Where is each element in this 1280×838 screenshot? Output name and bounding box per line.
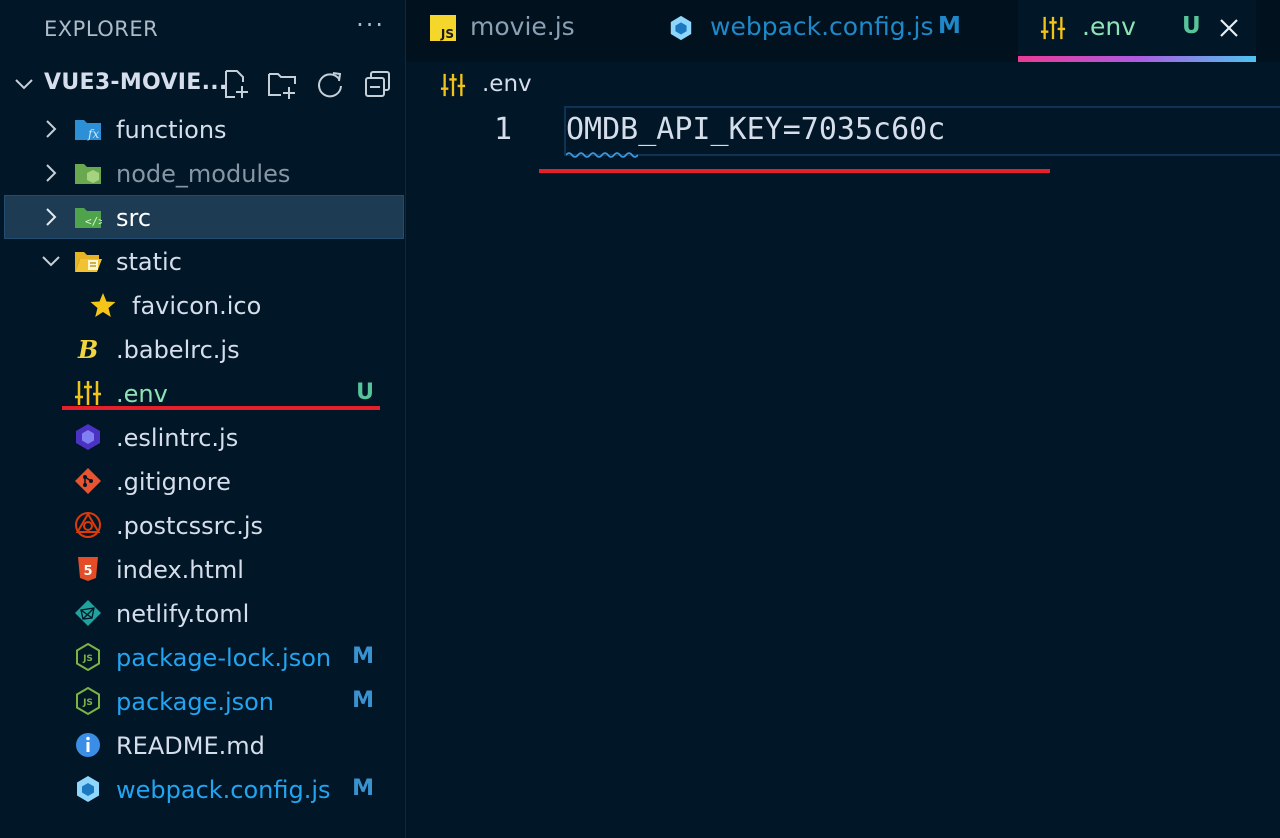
tree-item-functions[interactable]: fx functions xyxy=(4,107,404,151)
chevron-right-icon xyxy=(46,208,57,226)
chevron-down-icon xyxy=(15,79,33,90)
tree-item-label: package-lock.json xyxy=(116,644,332,672)
explorer-header: EXPLORER ··· xyxy=(44,11,385,44)
tab-label: movie.js xyxy=(470,12,575,41)
code-line[interactable]: OMDB_API_KEY=7035c60c xyxy=(566,112,945,147)
svg-text:fx: fx xyxy=(87,127,99,141)
tree-item-static[interactable]: static xyxy=(4,239,404,283)
tree-item-label: functions xyxy=(116,116,227,144)
tree-item-label: package.json xyxy=(116,688,275,716)
svg-text:JS: JS xyxy=(440,27,454,41)
git-status-untracked-badge: U xyxy=(1182,13,1201,39)
tab-movie-js[interactable]: JS movie.js xyxy=(406,0,646,62)
svg-text:5: 5 xyxy=(83,564,92,579)
git-status-modified-badge: M xyxy=(352,644,374,669)
annotation-underline-code xyxy=(539,169,1050,173)
nodejs-icon: JS xyxy=(76,643,100,671)
editor-tab-bar: JS movie.js webpack.config.js M .env U xyxy=(406,0,1280,62)
env-settings-icon xyxy=(75,381,101,405)
tree-item-label: static xyxy=(116,248,182,276)
tree-item-label: index.html xyxy=(116,556,244,584)
env-settings-icon xyxy=(440,73,466,97)
chevron-right-icon xyxy=(46,120,57,138)
explorer-more-actions-button[interactable]: ··· xyxy=(356,11,385,39)
tree-item-label: .postcssrc.js xyxy=(116,512,263,540)
tree-item-readme[interactable]: README.md xyxy=(4,723,404,767)
html5-icon: 5 xyxy=(78,557,98,581)
breadcrumb-label: .env xyxy=(482,71,532,97)
git-status-modified-badge: M xyxy=(352,688,374,713)
tree-item-label: netlify.toml xyxy=(116,600,250,628)
tab-label: webpack.config.js xyxy=(710,12,934,41)
chevron-right-icon xyxy=(46,164,57,182)
static-folder-open-icon xyxy=(75,252,102,272)
explorer-title: EXPLORER xyxy=(44,17,159,41)
tree-item-webpack-config[interactable]: webpack.config.js M xyxy=(4,767,404,811)
svg-text:JS: JS xyxy=(82,654,93,664)
project-name: VUE3-MOVIE... xyxy=(44,70,228,95)
tree-item-gitignore[interactable]: .gitignore xyxy=(4,459,404,503)
tree-item-label: .gitignore xyxy=(116,468,231,496)
tab-label: .env xyxy=(1082,12,1136,41)
git-status-modified-badge: M xyxy=(352,776,374,801)
tree-item-label: .env xyxy=(116,380,168,408)
tree-item-src[interactable]: </> src xyxy=(4,195,404,239)
info-icon xyxy=(76,733,100,757)
nodejs-icon: JS xyxy=(76,687,100,715)
tree-item-babelrc[interactable]: B .babelrc.js xyxy=(4,327,404,371)
spellcheck-squiggle xyxy=(566,152,638,158)
tree-item-label: src xyxy=(116,204,152,232)
tree-item-index-html[interactable]: 5 index.html xyxy=(4,547,404,591)
git-icon xyxy=(75,468,101,494)
webpack-icon xyxy=(77,776,99,802)
star-icon xyxy=(90,293,116,317)
new-file-icon[interactable] xyxy=(220,68,252,100)
tree-item-node-modules[interactable]: node_modules xyxy=(4,151,404,195)
tree-item-package-lock[interactable]: JS package-lock.json M xyxy=(4,635,404,679)
tab-webpack-config[interactable]: webpack.config.js M xyxy=(646,0,1018,62)
tree-item-label: favicon.ico xyxy=(132,292,262,320)
node-folder-icon xyxy=(75,164,101,184)
babel-icon: B xyxy=(77,335,98,363)
git-status-untracked-badge: U xyxy=(356,380,374,405)
chevron-down-icon xyxy=(42,256,60,267)
line-number: 1 xyxy=(494,112,513,147)
tree-item-postcssrc[interactable]: .postcssrc.js xyxy=(4,503,404,547)
netlify-icon xyxy=(75,600,101,626)
collapse-all-icon[interactable] xyxy=(362,68,394,100)
tree-item-netlify[interactable]: netlify.toml xyxy=(4,591,404,635)
tree-item-label: README.md xyxy=(116,732,265,760)
js-icon: JS xyxy=(430,15,456,41)
new-folder-icon[interactable] xyxy=(266,68,298,100)
src-folder-icon: </> xyxy=(75,208,102,228)
eslint-icon xyxy=(76,424,100,450)
tree-item-label: .babelrc.js xyxy=(116,336,240,364)
svg-text:</>: </> xyxy=(85,215,102,228)
explorer-sidebar: EXPLORER ··· VUE3-MOVIE... fx functions … xyxy=(0,0,406,838)
tree-item-favicon[interactable]: favicon.ico xyxy=(4,283,404,327)
tree-item-label: node_modules xyxy=(116,160,291,188)
active-tab-indicator xyxy=(1018,56,1256,62)
close-icon[interactable] xyxy=(1218,17,1240,39)
git-status-modified-badge: M xyxy=(938,13,961,39)
tab-env[interactable]: .env U xyxy=(1018,0,1256,62)
annotation-underline-env xyxy=(62,406,380,410)
tree-item-label: webpack.config.js xyxy=(116,776,331,804)
tree-item-label: .eslintrc.js xyxy=(116,424,239,452)
webpack-icon xyxy=(670,15,692,41)
tree-item-package-json[interactable]: JS package.json M xyxy=(4,679,404,723)
svg-text:B: B xyxy=(77,335,98,363)
project-folder-header[interactable]: VUE3-MOVIE... xyxy=(0,62,406,106)
refresh-icon[interactable] xyxy=(314,68,346,100)
postcss-icon xyxy=(75,512,101,538)
env-settings-icon xyxy=(1040,16,1066,40)
tree-item-eslintrc[interactable]: .eslintrc.js xyxy=(4,415,404,459)
functions-folder-icon: fx xyxy=(75,120,101,141)
svg-text:JS: JS xyxy=(82,698,93,708)
